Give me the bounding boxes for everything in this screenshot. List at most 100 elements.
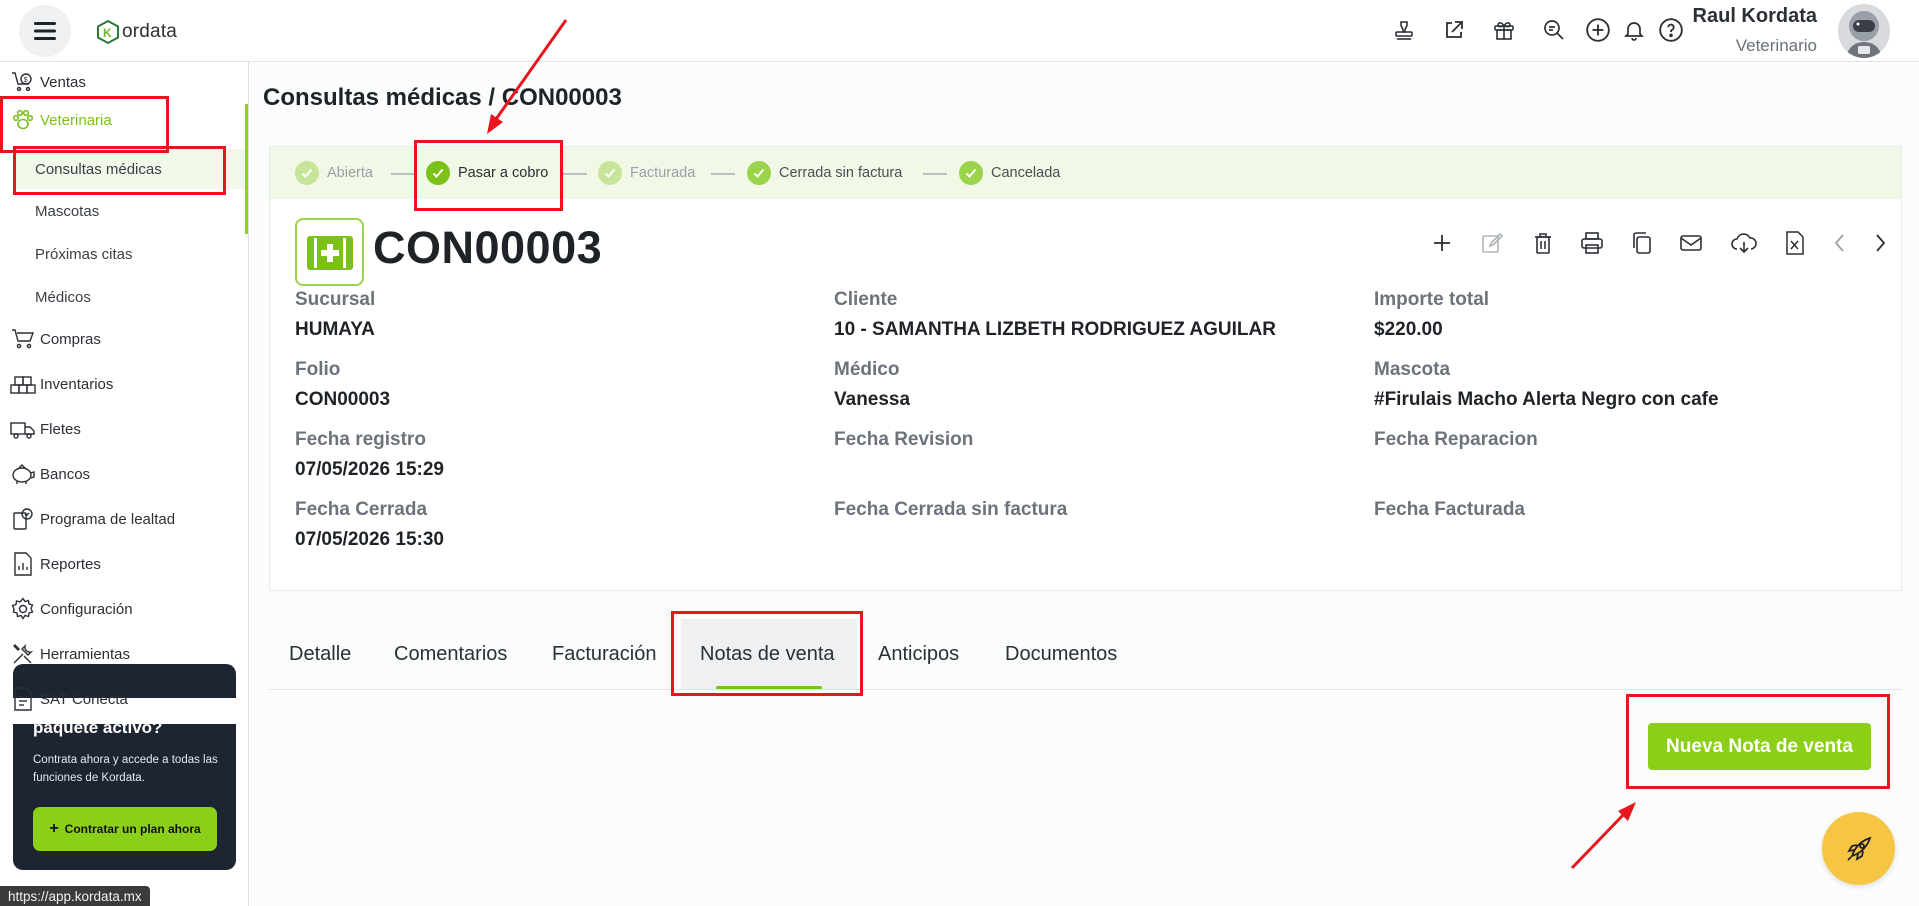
gear-icon [9, 595, 37, 623]
contract-plan-button[interactable]: + Contratar un plan ahora [33, 807, 217, 851]
menu-toggle-button[interactable] [19, 5, 71, 57]
edit-button[interactable] [1476, 227, 1508, 259]
field-value-fecha-registro: 07/05/2026 15:29 [295, 459, 444, 480]
sidebar-item-label: Reportes [40, 555, 101, 573]
field-label-fecha-registro: Fecha registro [295, 429, 426, 450]
sidebar-item-ventas[interactable]: $ Ventas [0, 65, 245, 99]
sidebar-item-label: Herramientas [40, 645, 131, 663]
sidebar-item-label: Bancos [40, 465, 91, 483]
step-connector [923, 173, 947, 175]
annotation-box [414, 140, 563, 211]
field-label-mascota: Mascota [1374, 359, 1451, 380]
field-value-importe-total: $220.00 [1374, 319, 1443, 340]
step-connector [711, 173, 735, 175]
field-label-fecha-cerrada: Fecha Cerrada [295, 499, 428, 520]
promo-text: Contrata ahora y accede a todas las func… [33, 754, 218, 784]
url-status-tooltip: https://app.kordata.mx [0, 886, 150, 906]
field-label-fecha-cerrada-sin-factura: Fecha Cerrada sin factura [834, 499, 1068, 520]
sidebar-item-label: SAT Conecta [40, 690, 128, 708]
gift-button[interactable] [1488, 14, 1520, 46]
sidebar-item-configuracion[interactable]: Configuración [0, 592, 245, 626]
contract-plan-label: Contratar un plan ahora [64, 822, 201, 836]
tab-facturacion[interactable]: Facturación [552, 638, 657, 670]
sidebar-item-label: Fletes [40, 420, 81, 438]
stamp-button[interactable] [1388, 14, 1420, 46]
email-button[interactable] [1675, 227, 1707, 259]
tab-comentarios[interactable]: Comentarios [394, 638, 507, 670]
step-label: Abierta [327, 165, 373, 181]
piggy-bank-icon [9, 460, 37, 488]
annotation-box [13, 146, 226, 195]
check-circle-icon [959, 161, 983, 185]
hamburger-icon [34, 22, 56, 40]
top-bar: K ordata Raul Kordata Veterinario [0, 0, 1919, 62]
kordata-logo-icon: K [97, 20, 119, 44]
field-value-sucursal: HUMAYA [295, 319, 375, 340]
field-label-fecha-facturada: Fecha Facturada [1374, 499, 1525, 520]
step-abierta[interactable]: Abierta [295, 160, 373, 186]
field-label-fecha-revision: Fecha Revision [834, 429, 974, 450]
external-link-button[interactable] [1438, 14, 1470, 46]
create-button[interactable] [1582, 14, 1614, 46]
tab-detalle[interactable]: Detalle [289, 638, 351, 670]
duplicate-button[interactable] [1626, 227, 1658, 259]
tab-documentos[interactable]: Documentos [1005, 638, 1117, 670]
next-record-button[interactable] [1864, 227, 1896, 259]
step-cancelada[interactable]: Cancelada [959, 160, 1060, 186]
sidebar-item-sat-conecta-visible[interactable]: SAT Conecta [0, 682, 245, 716]
cloud-download-icon [1731, 233, 1757, 254]
record-card [269, 146, 1902, 591]
step-facturada[interactable]: Facturada [598, 160, 695, 186]
sidebar-item-reportes[interactable]: Reportes [0, 547, 245, 581]
sidebar-item-label: Programa de lealtad [40, 510, 176, 528]
cart-money-icon: $ [9, 68, 37, 96]
step-label: Cancelada [991, 165, 1061, 181]
chevron-right-icon [1876, 234, 1886, 252]
mail-icon [1680, 235, 1702, 251]
logo-text: ordata [122, 21, 178, 42]
sidebar-item-inventarios[interactable]: Inventarios [0, 367, 245, 401]
sidebar-subitem-proximas-citas[interactable]: Próximas citas [35, 239, 133, 269]
stamp-icon [1395, 21, 1413, 40]
launch-assistant-button[interactable] [1822, 812, 1895, 885]
step-label: Cerrada sin factura [779, 165, 903, 181]
download-button[interactable] [1728, 227, 1760, 259]
help-button[interactable] [1655, 14, 1687, 46]
step-cerrada-sin-factura[interactable]: Cerrada sin factura [747, 160, 902, 186]
export-excel-button[interactable] [1779, 227, 1811, 259]
field-value-mascota: #Firulais Macho Alerta Negro con cafe [1374, 389, 1719, 410]
search-zoom-button[interactable] [1538, 14, 1570, 46]
previous-record-button[interactable] [1824, 227, 1856, 259]
gift-icon [1494, 22, 1514, 40]
sidebar-item-label: Inventarios [40, 375, 114, 393]
sidebar-subitem-medicos[interactable]: Médicos [35, 282, 91, 312]
help-icon [1659, 18, 1683, 42]
print-button[interactable] [1576, 227, 1608, 259]
tab-anticipos[interactable]: Anticipos [878, 638, 959, 670]
new-record-button[interactable] [1426, 227, 1458, 259]
sidebar-item-label: Configuración [40, 600, 133, 618]
notifications-button[interactable] [1618, 14, 1650, 46]
sidebar-subitem-label: Mascotas [35, 202, 100, 220]
rocket-icon [1846, 836, 1871, 861]
step-connector [391, 173, 415, 175]
annotation-box [1626, 694, 1890, 789]
boxes-icon [9, 370, 37, 398]
plus-icon: + [49, 820, 59, 837]
step-label: Facturada [630, 165, 696, 181]
plus-icon [1434, 235, 1450, 251]
sidebar-subitem-mascotas[interactable]: Mascotas [35, 196, 99, 226]
avatar[interactable] [1838, 4, 1890, 58]
app-logo[interactable]: K ordata [97, 18, 177, 46]
sidebar-item-fletes[interactable]: Fletes [0, 412, 245, 446]
field-label-medico: Médico [834, 359, 900, 380]
delete-button[interactable] [1527, 227, 1559, 259]
user-name[interactable]: Raul Kordata [1693, 5, 1817, 28]
sidebar-item-bancos[interactable]: Bancos [0, 457, 245, 491]
sidebar-item-programa-de-lealtad[interactable]: Programa de lealtad [0, 502, 245, 536]
field-label-folio: Folio [295, 359, 341, 380]
document-icon [9, 685, 37, 713]
annotation-box [671, 611, 863, 696]
sidebar-item-compras[interactable]: Compras [0, 322, 245, 356]
plus-circle-icon [1586, 18, 1610, 42]
